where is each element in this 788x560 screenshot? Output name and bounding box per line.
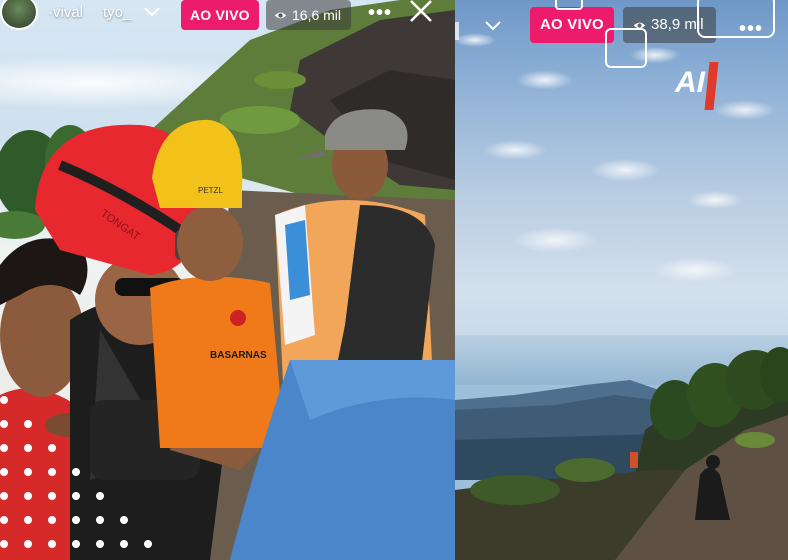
viewer-count: 38,9 mil [651, 16, 704, 33]
username-2[interactable]: tyo_ [103, 4, 131, 21]
more-icon[interactable]: ••• [368, 3, 392, 23]
more-frame [697, 0, 775, 38]
channel-watermark: AI [675, 62, 725, 112]
viewer-count-badge: 16,6 mil [266, 0, 352, 30]
frame-outline-top [555, 0, 583, 10]
live-badge: AO VIVO [530, 7, 614, 43]
viewer-count: 16,6 mil [292, 7, 342, 23]
blue-jacket-foreground [230, 360, 455, 560]
helmet-brand-yellow: PETZL [198, 186, 223, 195]
frame-outline [605, 28, 647, 68]
left-live-stream[interactable]: TONGAT PETZL BASARNAS ·vival tyo_ AO VIV… [0, 0, 455, 560]
close-icon[interactable] [408, 0, 434, 24]
more-icon[interactable]: ••• [739, 19, 763, 39]
live-badge: AO VIVO [181, 0, 259, 30]
right-live-stream[interactable]: AO VIVO 38,9 mil ••• AI [455, 0, 788, 560]
username-1[interactable]: ·vival [48, 4, 83, 21]
mountain-landscape [455, 347, 788, 560]
eye-icon [274, 12, 287, 18]
chevron-down-icon[interactable] [483, 18, 503, 34]
dot-pattern [0, 390, 160, 560]
divider [455, 22, 459, 40]
chevron-down-icon[interactable] [143, 5, 161, 19]
